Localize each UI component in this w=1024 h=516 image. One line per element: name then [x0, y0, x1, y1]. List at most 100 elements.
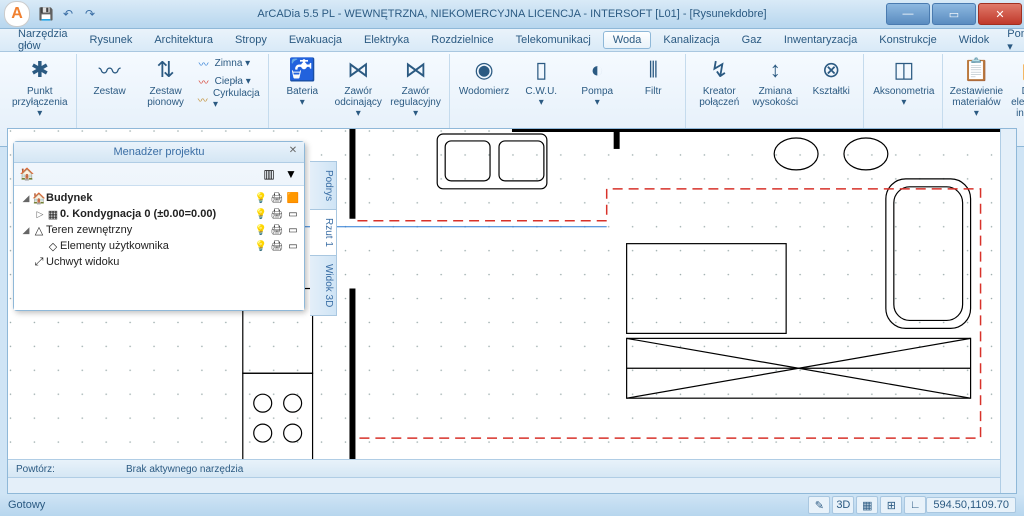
tree-status-icon[interactable]: 🖨 — [270, 209, 284, 220]
palette-home-icon[interactable]: 🏠 — [18, 165, 36, 183]
sidetab-rzut1[interactable]: Rzut 1 — [310, 209, 337, 256]
tree-status-icon[interactable]: 🖨 — [270, 193, 284, 204]
tab-konstrukcje[interactable]: Konstrukcje — [869, 31, 946, 49]
tree-toggle-icon[interactable]: ◢ — [20, 225, 32, 236]
hot-icon: 〰 — [197, 74, 211, 89]
help-menu[interactable]: Pomoc ▾ — [1001, 25, 1024, 56]
tap-icon: 🚰 — [289, 56, 316, 84]
tree-node-label: Teren zewnętrzny — [46, 224, 254, 236]
filter-icon: ⫴ — [649, 56, 658, 84]
tree-toggle-icon[interactable]: ◢ — [20, 193, 32, 204]
tree-status-icon[interactable]: 💡 — [254, 225, 268, 236]
save-icon[interactable]: 💾 — [38, 6, 54, 22]
tab-elektryka[interactable]: Elektryka — [354, 31, 419, 49]
tree-node-label: Uchwyt widoku — [46, 256, 254, 268]
tab-kanalizacja[interactable]: Kanalizacja — [653, 31, 729, 49]
btn-bateria[interactable]: 🚰Bateria▾ — [274, 54, 330, 110]
tree-row[interactable]: ▷▦0. Kondygnacja 0 (±0.00=0.00)💡🖨▭ — [16, 206, 302, 222]
meter-icon: ◉ — [474, 56, 493, 84]
sidetab-podrys[interactable]: Podrys — [310, 161, 337, 210]
command-status-line: Powtórz: Brak aktywnego narzędzia — [8, 459, 1001, 478]
scrollbar-horizontal[interactable] — [8, 477, 1001, 493]
tab-ewakuacja[interactable]: Ewakuacja — [279, 31, 352, 49]
palette-close-icon[interactable]: ✕ — [286, 145, 300, 159]
tree-node-icon: ◇ — [46, 240, 60, 253]
tab-rozdzielnice[interactable]: Rozdzielnice — [421, 31, 503, 49]
tab-inwentaryzacja[interactable]: Inwentaryzacja — [774, 31, 867, 49]
menu-bar: Narzędzia głów Rysunek Architektura Stro… — [0, 29, 1024, 52]
pump-icon: ◐ — [591, 56, 604, 84]
tab-narzedzia[interactable]: Narzędzia głów — [8, 25, 78, 55]
project-manager-palette[interactable]: Menadżer projektu ✕ 🏠 ▥ ▼ ◢🏠Budynek💡🖨🟧▷▦… — [13, 141, 305, 311]
btn-zestawienie-materialow[interactable]: 📋Zestawieniemateriałów ▾ — [948, 54, 1004, 121]
close-button[interactable]: ✕ — [978, 3, 1022, 25]
btn-wodomierz[interactable]: ◉Wodomierz — [455, 54, 513, 99]
tab-telekom[interactable]: Telekomunikacj — [506, 31, 601, 49]
tab-rysunek[interactable]: Rysunek — [80, 31, 143, 49]
tree-row[interactable]: ◢🏠Budynek💡🖨🟧 — [16, 190, 302, 206]
scrollbar-vertical[interactable] — [1000, 129, 1016, 493]
tree-toggle-icon[interactable]: ▷ — [34, 209, 46, 220]
undo-icon[interactable]: ↶ — [60, 6, 76, 22]
tree-node-icon: ▦ — [46, 208, 60, 221]
status-repeat-label: Powtórz: — [16, 464, 106, 475]
tree-status-icon[interactable]: 🖨 — [270, 225, 284, 236]
tree-row[interactable]: ◇Elementy użytkownika💡🖨▭ — [16, 238, 302, 254]
status-icon-2[interactable]: 3D — [832, 496, 854, 514]
btn-ksztaltki[interactable]: ⊗Kształtki — [803, 54, 859, 99]
status-icon-3[interactable]: ▦ — [856, 496, 878, 514]
status-icon-4[interactable]: ⊞ — [880, 496, 902, 514]
tree-node-label: Budynek — [46, 192, 254, 204]
title-bar: A 💾 ↶ ↷ ArCADia 5.5 PL - WEWNĘTRZNA, NIE… — [0, 0, 1024, 29]
tree-status-icon[interactable]: 💡 — [254, 209, 268, 220]
palette-filter-icon[interactable]: ▥ — [260, 165, 278, 183]
status-icon-5[interactable]: ∟ — [904, 496, 926, 514]
tree-node-icon: 🏠 — [32, 192, 46, 205]
tree-row[interactable]: ◢△Teren zewnętrzny💡🖨▭ — [16, 222, 302, 238]
btn-zawor-odcinajacy[interactable]: ⋈Zawórodcinający ▾ — [330, 54, 386, 121]
tree-status-icon[interactable]: 🖨 — [270, 241, 284, 252]
btn-pompa[interactable]: ◐Pompa▾ — [569, 54, 625, 110]
tab-stropy[interactable]: Stropy — [225, 31, 277, 49]
tree-status-icon[interactable]: 💡 — [254, 193, 268, 204]
window-title: ArCADia 5.5 PL - WEWNĘTRZNA, NIEKOMERCYJ… — [0, 8, 1024, 20]
btn-dobor-elementow[interactable]: 📂Dobór elementówinstalacji — [1004, 54, 1024, 121]
status-ready: Gotowy — [8, 499, 45, 511]
tree-status-icon[interactable]: 🟧 — [286, 193, 300, 204]
btn-filtr[interactable]: ⫴Filtr — [625, 54, 681, 99]
palette-title[interactable]: Menadżer projektu ✕ — [14, 142, 304, 163]
project-tree[interactable]: ◢🏠Budynek💡🖨🟧▷▦0. Kondygnacja 0 (±0.00=0.… — [14, 186, 304, 310]
btn-kreator-polaczen[interactable]: ↯Kreatorpołączeń — [691, 54, 747, 110]
btn-cwu[interactable]: ▯C.W.U.▾ — [513, 54, 569, 110]
btn-zimna[interactable]: 〰Zimna ▾ — [197, 54, 262, 72]
btn-zestaw[interactable]: 〰Zestaw — [82, 54, 138, 99]
maximize-button[interactable]: ▭ — [932, 3, 976, 25]
status-icon-1[interactable]: ✎ — [808, 496, 830, 514]
boiler-icon: ▯ — [535, 56, 547, 84]
tree-status-icon[interactable]: ▭ — [286, 225, 300, 236]
minimize-button[interactable]: — — [886, 3, 930, 25]
redo-icon[interactable]: ↷ — [82, 6, 98, 22]
btn-zestaw-pionowy[interactable]: ⇅Zestawpionowy — [138, 54, 194, 110]
btn-zawor-regulacyjny[interactable]: ⋈Zawórregulacyjny ▾ — [386, 54, 445, 121]
sidetab-widok3d[interactable]: Widok 3D — [310, 255, 337, 316]
status-coordinates: 594.50,1109.70 — [926, 497, 1016, 513]
tree-node-label: 0. Kondygnacja 0 (±0.00=0.00) — [60, 208, 254, 220]
btn-aksonometria[interactable]: ◫Aksonometria▾ — [869, 54, 938, 110]
tab-gaz[interactable]: Gaz — [732, 31, 772, 49]
window-controls: — ▭ ✕ — [886, 3, 1024, 25]
btn-cyrkulacja[interactable]: 〰Cyrkulacja ▾ — [197, 90, 262, 108]
app-status-bar: Gotowy ✎ 3D ▦ ⊞ ∟ 594.50,1109.70 — [0, 494, 1024, 516]
tree-status-icon[interactable]: 💡 — [254, 241, 268, 252]
tab-woda[interactable]: Woda — [603, 31, 652, 49]
tree-row[interactable]: ⤢Uchwyt widoku — [16, 254, 302, 270]
tree-status-icon[interactable]: ▭ — [286, 241, 300, 252]
tab-widok[interactable]: Widok — [949, 31, 1000, 49]
cold-icon: 〰 — [197, 56, 211, 71]
btn-punkt-przylaczenia[interactable]: ✱Punktprzyłączenia ▾ — [8, 54, 72, 121]
palette-funnel-icon[interactable]: ▼ — [282, 165, 300, 183]
tree-status-icon[interactable]: ▭ — [286, 209, 300, 220]
btn-zmiana-wysokosci[interactable]: ↕Zmianawysokości — [747, 54, 803, 110]
tree-node-label: Elementy użytkownika — [60, 240, 254, 252]
tab-architektura[interactable]: Architektura — [144, 31, 223, 49]
